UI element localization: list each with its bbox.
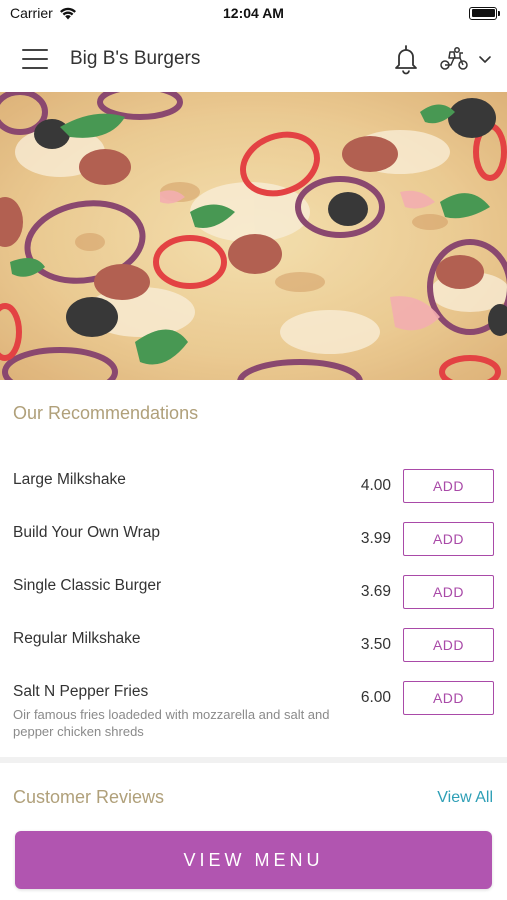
- item-name: Salt N Pepper Fries: [13, 683, 149, 700]
- status-bar: Carrier 12:04 AM: [0, 0, 507, 26]
- list-item: Single Classic Burger 3.69 ADD: [0, 568, 507, 621]
- bell-icon[interactable]: [391, 43, 421, 75]
- menu-icon[interactable]: [22, 49, 48, 69]
- hero-pizza-image: [0, 92, 507, 380]
- item-price: 3.69: [360, 583, 391, 600]
- wifi-icon: [59, 7, 76, 19]
- add-button[interactable]: ADD: [403, 469, 494, 503]
- recommendations-title: Our Recommendations: [13, 403, 199, 423]
- add-button[interactable]: ADD: [403, 575, 494, 609]
- scooter-icon[interactable]: [439, 46, 469, 72]
- item-price: 3.99: [360, 530, 391, 547]
- item-price: 4.00: [360, 477, 391, 494]
- chevron-down-icon[interactable]: [477, 51, 493, 67]
- view-all-link[interactable]: View All: [437, 789, 493, 807]
- recommendations-list: Large Milkshake 4.00 ADD Build Your Own …: [0, 462, 507, 739]
- item-price: 6.00: [360, 689, 391, 706]
- item-name: Single Classic Burger: [13, 577, 162, 594]
- add-button[interactable]: ADD: [403, 681, 494, 715]
- list-item: Large Milkshake 4.00 ADD: [0, 462, 507, 515]
- add-button[interactable]: ADD: [403, 522, 494, 556]
- restaurant-title: Big B's Burgers: [70, 48, 201, 69]
- item-name: Regular Milkshake: [13, 630, 141, 647]
- app-header: Big B's Burgers: [0, 26, 507, 92]
- item-name: Build Your Own Wrap: [13, 524, 161, 541]
- section-divider: [0, 757, 507, 763]
- list-item: Regular Milkshake 3.50 ADD: [0, 621, 507, 674]
- list-item: Salt N Pepper Fries Oir famous fries loa…: [0, 674, 507, 739]
- list-item: Build Your Own Wrap 3.99 ADD: [0, 515, 507, 568]
- reviews-title: Customer Reviews: [13, 787, 165, 807]
- item-description: Oir famous fries loadeded with mozzarell…: [13, 707, 330, 739]
- carrier-label: Carrier: [10, 5, 53, 21]
- pizza-illustration: [0, 92, 507, 380]
- battery-icon: [469, 6, 500, 20]
- item-price: 3.50: [360, 636, 391, 653]
- status-left: Carrier: [10, 5, 77, 21]
- add-button[interactable]: ADD: [403, 628, 494, 662]
- item-name: Large Milkshake: [13, 471, 126, 488]
- view-menu-button[interactable]: VIEW MENU: [15, 831, 492, 889]
